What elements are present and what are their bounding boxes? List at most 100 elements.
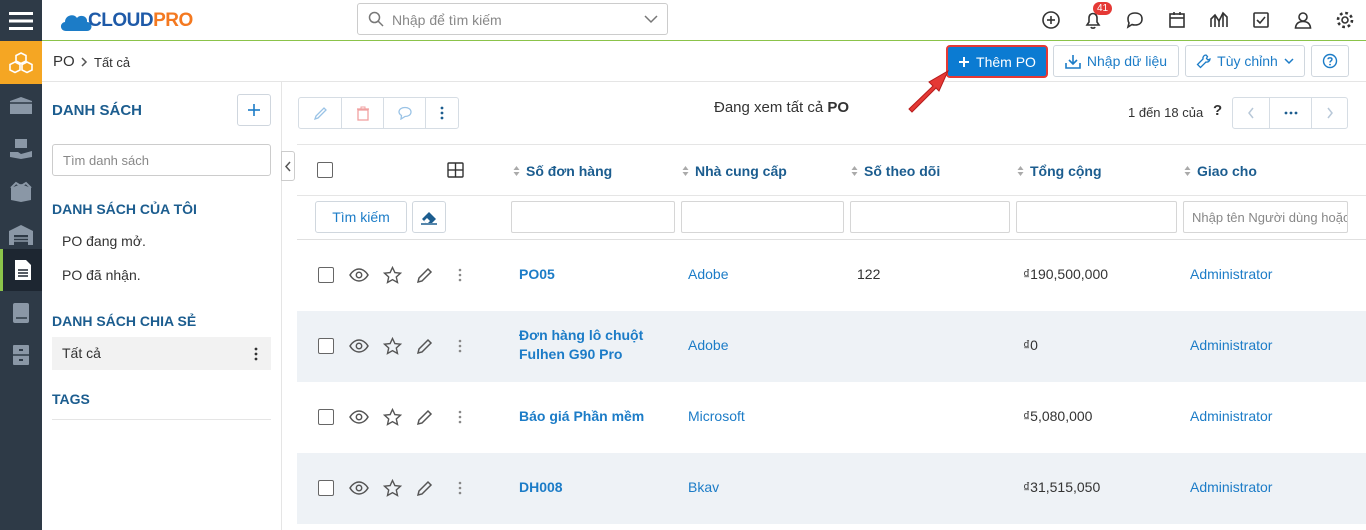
- list-item-received-po[interactable]: PO đã nhận.: [52, 259, 271, 292]
- sidebar-item-products[interactable]: [0, 41, 42, 84]
- import-data-button[interactable]: Nhập dữ liệu: [1053, 45, 1179, 77]
- menu-icon[interactable]: [0, 0, 42, 41]
- sidebar-item-hand-box[interactable]: [0, 127, 42, 170]
- more-actions-button[interactable]: [426, 98, 458, 128]
- prev-page-button[interactable]: [1233, 98, 1270, 128]
- assigned-to-link[interactable]: Administrator: [1190, 266, 1272, 282]
- edit-pencil-icon[interactable]: [416, 480, 433, 497]
- sort-icon: [1017, 166, 1024, 176]
- next-page-button[interactable]: [1312, 98, 1347, 128]
- col-header-vendor[interactable]: Nhà cung cấp: [682, 163, 787, 179]
- list-panel: DANH SÁCH Tìm danh sách DANH SÁCH CỦA TÔ…: [42, 82, 282, 530]
- table-row[interactable]: Đơn hàng lô chuột Fulhen G90 Pro Adobe ₫0 Ad…: [297, 311, 1366, 382]
- vendor-link[interactable]: Bkav: [688, 479, 719, 495]
- column-layout-icon[interactable]: [447, 162, 464, 178]
- sidebar-item-boxes[interactable]: [0, 170, 42, 213]
- col-header-label: Giao cho: [1197, 163, 1257, 179]
- customize-dropdown[interactable]: Tùy chỉnh: [1185, 45, 1305, 77]
- add-list-button[interactable]: [237, 94, 271, 126]
- report-chart-icon[interactable]: [1208, 9, 1230, 31]
- row-checkbox[interactable]: [318, 338, 334, 354]
- row-checkbox[interactable]: [318, 409, 334, 425]
- settings-gear-icon[interactable]: [1334, 9, 1356, 31]
- sidebar-item-cabinet[interactable]: [0, 333, 42, 376]
- filter-search-button[interactable]: Tìm kiếm: [315, 201, 407, 233]
- breadcrumb-module[interactable]: PO: [53, 53, 75, 70]
- filter-vendor-input[interactable]: [681, 201, 844, 233]
- mass-edit-button[interactable]: [299, 98, 342, 128]
- eye-icon[interactable]: [349, 480, 369, 496]
- global-search-input[interactable]: Nhập để tìm kiếm: [357, 3, 668, 35]
- order-number-link[interactable]: Báo giá Phần mềm: [519, 408, 644, 424]
- more-vertical-icon[interactable]: [458, 410, 462, 424]
- mass-comment-button[interactable]: [384, 98, 426, 128]
- sort-icon: [1184, 166, 1191, 176]
- collapse-panel-toggle[interactable]: [281, 151, 295, 181]
- table-row[interactable]: DH008 Bkav ₫31,515,050 Administrator: [297, 453, 1366, 524]
- col-header-tracking[interactable]: Số theo dõi: [851, 163, 940, 179]
- add-po-button[interactable]: Thêm PO: [946, 45, 1048, 78]
- calendar-icon[interactable]: [1166, 9, 1188, 31]
- filter-assigned-to-input[interactable]: Nhập tên Người dùng hoặc: [1183, 201, 1348, 233]
- more-vertical-icon[interactable]: [458, 481, 462, 495]
- select-all-checkbox[interactable]: [317, 162, 333, 178]
- page-jump-button[interactable]: [1270, 98, 1312, 128]
- row-checkbox[interactable]: [318, 480, 334, 496]
- more-vertical-icon[interactable]: [458, 268, 462, 282]
- col-header-total[interactable]: Tổng cộng: [1017, 163, 1102, 179]
- eye-icon[interactable]: [349, 338, 369, 354]
- more-vertical-icon: [440, 106, 444, 120]
- edit-pencil-icon[interactable]: [416, 267, 433, 284]
- list-search-input[interactable]: Tìm danh sách: [52, 144, 271, 176]
- eye-icon[interactable]: [349, 409, 369, 425]
- edit-pencil-icon[interactable]: [416, 338, 433, 355]
- table-row[interactable]: PO05 Adobe 122 ₫190,500,000 Administrator: [297, 240, 1366, 311]
- edit-pencil-icon[interactable]: [416, 409, 433, 426]
- order-number-link[interactable]: DH008: [519, 479, 563, 495]
- star-icon[interactable]: [383, 479, 402, 497]
- chevron-left-icon: [284, 161, 291, 172]
- order-number-link[interactable]: Đơn hàng lô chuột: [519, 327, 643, 343]
- chevron-down-icon: [1284, 57, 1294, 64]
- filter-search-label: Tìm kiếm: [332, 209, 390, 225]
- logo-suffix: PRO: [153, 10, 193, 31]
- notification-badge: 41: [1093, 2, 1113, 15]
- sidebar-item-purchase-order[interactable]: [0, 249, 42, 291]
- vendor-link[interactable]: Adobe: [688, 337, 728, 353]
- download-icon: [1065, 54, 1081, 69]
- sidebar-item-box[interactable]: [0, 84, 42, 127]
- mass-delete-button[interactable]: [342, 98, 384, 128]
- assigned-to-link[interactable]: Administrator: [1190, 337, 1272, 353]
- table-row[interactable]: Báo giá Phần mềm Microsoft ₫5,080,000 Admin…: [297, 382, 1366, 453]
- task-check-icon[interactable]: [1250, 9, 1272, 31]
- user-icon[interactable]: [1292, 9, 1314, 31]
- cloudpro-logo[interactable]: CLOUDPRO: [58, 8, 193, 34]
- assigned-to-link[interactable]: Administrator: [1190, 408, 1272, 424]
- total-amount: ₫31,515,050: [1023, 479, 1101, 495]
- more-vertical-icon[interactable]: [254, 347, 258, 361]
- list-item-all[interactable]: Tất cả: [52, 337, 271, 370]
- assigned-to-link[interactable]: Administrator: [1190, 479, 1272, 495]
- sidebar-item-book[interactable]: [0, 291, 42, 334]
- star-icon[interactable]: [383, 337, 402, 355]
- filter-total-input[interactable]: [1016, 201, 1177, 233]
- add-circle-icon[interactable]: [1040, 9, 1062, 31]
- filter-tracking-input[interactable]: [850, 201, 1010, 233]
- help-button[interactable]: [1311, 45, 1349, 77]
- col-header-assigned-to[interactable]: Giao cho: [1184, 163, 1257, 179]
- order-number-link-line2[interactable]: Fulhen G90 Pro: [519, 346, 622, 362]
- order-number-link[interactable]: PO05: [519, 266, 555, 282]
- pagination-help[interactable]: ?: [1213, 102, 1222, 119]
- filter-order-number-input[interactable]: [511, 201, 675, 233]
- clear-filter-button[interactable]: [412, 201, 446, 233]
- star-icon[interactable]: [383, 266, 402, 284]
- col-header-order-number[interactable]: Số đơn hàng: [513, 163, 612, 179]
- vendor-link[interactable]: Adobe: [688, 266, 728, 282]
- star-icon[interactable]: [383, 408, 402, 426]
- vendor-link[interactable]: Microsoft: [688, 408, 745, 424]
- list-item-open-po[interactable]: PO đang mở.: [52, 225, 271, 258]
- row-checkbox[interactable]: [318, 267, 334, 283]
- more-vertical-icon[interactable]: [458, 339, 462, 353]
- chat-icon[interactable]: [1124, 9, 1146, 31]
- eye-icon[interactable]: [349, 267, 369, 283]
